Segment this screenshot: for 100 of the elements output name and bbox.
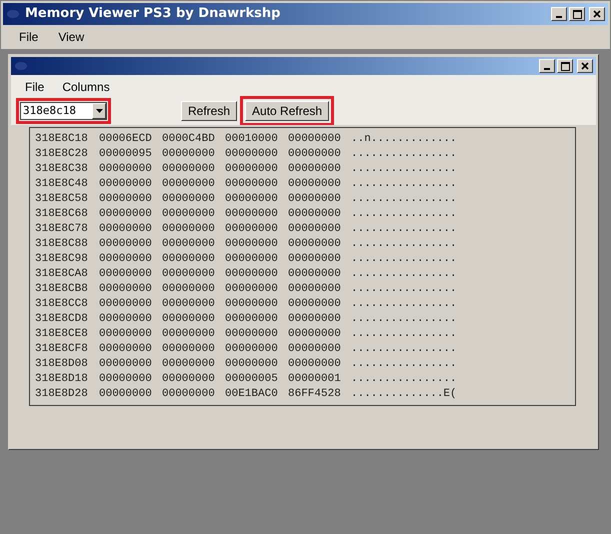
hex-word: 00000000 [99,342,153,357]
address-cell-text: 318E8C78 [35,222,89,237]
ascii-text: ................ [351,162,457,177]
close-button[interactable] [589,7,605,21]
hex-word: 00000000 [99,252,153,267]
hex-word: 00000000 [288,342,342,357]
hex-word: 00000000 [162,237,216,252]
hex-word: 00000000 [288,147,342,162]
ascii-text: ................ [351,177,457,192]
hex-word: 00000000 [225,282,279,297]
hex-word: 00000000 [288,267,342,282]
ascii-text: ................ [351,237,457,252]
close-icon [593,10,601,18]
hex-word: 00000000 [225,192,279,207]
hex-word: 00000000 [225,162,279,177]
hex-word: 00000000 [225,312,279,327]
hex-word: 00000000 [162,222,216,237]
hex-word: 00000000 [288,192,342,207]
hex-word: 00000000 [99,297,153,312]
ascii-text: ................ [351,222,457,237]
hex-word: 00000000 [162,267,216,282]
address-cell-text: 318E8C28 [35,147,89,162]
address-cell-text: 318E8CF8 [35,342,89,357]
hex-word: 00000000 [99,162,153,177]
hex-word: 00000000 [225,207,279,222]
hex-word: 00010000 [225,132,279,147]
hex-word: 00000000 [225,147,279,162]
hex-word: 00E1BAC0 [225,387,279,402]
app-icon [14,60,28,72]
close-button[interactable] [577,59,593,73]
hex-word: 00000000 [99,282,153,297]
hex-word: 00000000 [225,222,279,237]
hex-word: 00000000 [288,312,342,327]
hex-word: 00000000 [162,372,216,387]
address-dropdown[interactable]: 318e8c18 [20,102,107,120]
hex-word: 00000000 [99,327,153,342]
ascii-text: ................ [351,357,457,372]
ascii-text: ................ [351,342,457,357]
maximize-icon [572,10,582,18]
hex-word: 00000001 [288,372,342,387]
minimize-button[interactable] [551,7,567,21]
menu-item[interactable]: View [58,28,84,46]
hex-word: 00000000 [162,177,216,192]
minimize-button[interactable] [539,59,555,73]
hex-word: 00000000 [99,222,153,237]
menu-item[interactable]: Columns [62,78,110,96]
hex-word: 00000000 [225,342,279,357]
hex-word: 00000000 [162,327,216,342]
ascii-text: ................ [351,252,457,267]
ascii-text: ................ [351,312,457,327]
auto-refresh-button[interactable]: Auto Refresh [245,101,330,121]
hex-word: 00000000 [162,192,216,207]
address-cell-text: 318E8CD8 [35,312,89,327]
hex-word: 00006ECD [99,132,153,147]
ascii-text: ................ [351,327,457,342]
hex-word: 00000000 [99,372,153,387]
ascii-text: ................ [351,192,457,207]
hex-word: 00000000 [288,252,342,267]
hex-word: 00000000 [162,282,216,297]
hex-word: 00000000 [288,132,342,147]
close-icon [581,62,589,70]
hex-word: 00000000 [288,237,342,252]
hex-word: 00000000 [99,267,153,282]
hex-word: 00000000 [225,177,279,192]
refresh-button[interactable]: Refresh [181,101,238,121]
hex-word: 00000000 [225,252,279,267]
maximize-icon [560,62,570,70]
hex-word: 00000000 [162,162,216,177]
ascii-text: ................ [351,147,457,162]
address-cell-text: 318E8C38 [35,162,89,177]
address-cell-text: 318E8C68 [35,207,89,222]
hex-word: 00000000 [99,312,153,327]
hex-word: 00000000 [288,162,342,177]
hex-word: 00000000 [288,282,342,297]
hex-word: 00000000 [225,357,279,372]
hex-word: 00000000 [99,357,153,372]
hex-word: 00000000 [225,267,279,282]
menu-item[interactable]: File [19,28,38,46]
hex-word: 0000C4BD [162,132,216,147]
address-cell-text: 318E8CC8 [35,297,89,312]
address-cell-text: 318E8CE8 [35,327,89,342]
ascii-text: ..n............. [351,132,457,147]
hex-word: 00000000 [162,357,216,372]
hex-word: 00000095 [99,147,153,162]
ascii-text: ................ [351,372,457,387]
address-cell-text: 318E8D08 [35,357,89,372]
menu-item[interactable]: File [25,78,44,96]
hex-word: 00000000 [162,387,216,402]
maximize-button[interactable] [557,59,573,73]
maximize-button[interactable] [569,7,585,21]
ascii-text: ..............E( [351,387,457,402]
ascii-text: ................ [351,297,457,312]
hex-word: 00000000 [288,207,342,222]
hex-word: 86FF4528 [288,387,342,402]
hex-word: 00000000 [288,327,342,342]
hex-word: 00000000 [99,192,153,207]
address-cell-text: 318E8C48 [35,177,89,192]
hex-word: 00000000 [225,237,279,252]
ascii-text: ................ [351,267,457,282]
address-cell-text: 318E8C58 [35,192,89,207]
